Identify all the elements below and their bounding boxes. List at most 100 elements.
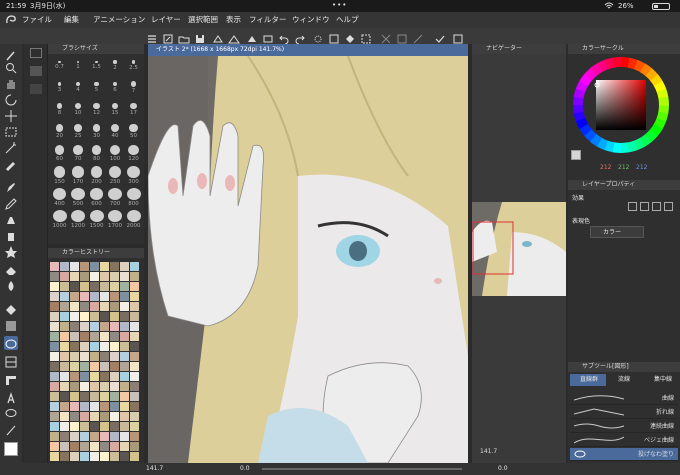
brush-size-cell[interactable]: 70 [69, 144, 88, 163]
color-history-swatch[interactable] [120, 442, 129, 451]
color-history-swatch[interactable] [100, 422, 109, 431]
color-history-swatch[interactable] [110, 352, 119, 361]
frame-tool-icon[interactable] [4, 354, 18, 368]
effect-border-icon[interactable] [628, 202, 637, 211]
subtool-item-continuous-curve[interactable]: 連続曲線 [570, 420, 678, 433]
brush-size-cell[interactable]: 80 [87, 144, 106, 163]
color-history-swatch[interactable] [110, 302, 119, 311]
brush-size-cell[interactable]: 150 [50, 166, 69, 185]
color-history-swatch[interactable] [100, 352, 109, 361]
color-history-swatch[interactable] [130, 382, 139, 391]
fill-tool-icon[interactable] [4, 302, 18, 316]
brush-size-cell[interactable]: 400 [50, 188, 69, 207]
color-history-swatch[interactable] [80, 332, 89, 341]
color-history-swatch[interactable] [120, 402, 129, 411]
color-history-swatch[interactable] [50, 362, 59, 371]
save-icon[interactable] [194, 30, 206, 43]
subtool-item-polyline[interactable]: 折れ線 [570, 406, 678, 419]
color-history-swatch[interactable] [70, 302, 79, 311]
color-history-swatch[interactable] [90, 432, 99, 441]
color-history-swatch[interactable] [110, 322, 119, 331]
color-history-swatch[interactable] [130, 302, 139, 311]
brush-size-cell[interactable]: 40 [106, 122, 125, 141]
color-history-swatch[interactable] [50, 292, 59, 301]
color-history-swatch[interactable] [110, 292, 119, 301]
subtool-item-lasso-fill[interactable]: 投げなわ塗り [570, 448, 678, 461]
color-history-swatch[interactable] [100, 402, 109, 411]
menu-help[interactable]: ヘルプ [336, 12, 359, 28]
color-history-swatch[interactable] [70, 332, 79, 341]
color-history-swatch[interactable] [110, 392, 119, 401]
subtool-tab-line-group[interactable]: 直線群 [570, 374, 606, 386]
pen-tool-icon[interactable] [4, 180, 18, 194]
color-history-swatch[interactable] [70, 282, 79, 291]
fill-bucket-icon[interactable] [344, 30, 356, 43]
menu-window[interactable]: ウィンドウ [292, 12, 330, 28]
brush-size-cell[interactable]: 800 [124, 188, 143, 207]
brush-size-cell[interactable]: 1.5 [87, 56, 106, 75]
color-history-swatch[interactable] [90, 372, 99, 381]
color-history-swatch[interactable] [120, 382, 129, 391]
color-history-swatch[interactable] [60, 302, 69, 311]
brush-size-cell[interactable]: 20 [50, 122, 69, 141]
menu-file[interactable]: ファイル [22, 12, 52, 28]
color-history-swatch[interactable] [110, 262, 119, 271]
color-history-swatch[interactable] [90, 272, 99, 281]
multitask-dots[interactable]: ••• [332, 0, 347, 11]
color-history-swatch[interactable] [130, 432, 139, 441]
copy-icon[interactable] [262, 30, 274, 43]
eraser-tool-icon[interactable] [4, 262, 18, 276]
color-history-swatch[interactable] [120, 302, 129, 311]
marquee-tool-icon[interactable] [4, 124, 18, 138]
color-history-swatch[interactable] [60, 372, 69, 381]
color-history-swatch[interactable] [60, 292, 69, 301]
color-history-swatch[interactable] [90, 332, 99, 341]
brush-size-cell[interactable]: 600 [87, 188, 106, 207]
color-history-swatch[interactable] [130, 362, 139, 371]
color-history-swatch[interactable] [110, 432, 119, 441]
color-history-swatch[interactable] [50, 312, 59, 321]
brush-size-cell[interactable]: 12 [87, 100, 106, 119]
color-history-swatch[interactable] [100, 372, 109, 381]
color-history-swatch[interactable] [70, 392, 79, 401]
ruler-tool-icon[interactable] [4, 372, 18, 386]
color-history-swatch[interactable] [60, 392, 69, 401]
brush-size-cell[interactable]: 15 [106, 100, 125, 119]
color-history-swatch[interactable] [60, 382, 69, 391]
color-history-swatch[interactable] [60, 282, 69, 291]
color-history-swatch[interactable] [50, 402, 59, 411]
zoom-tool-icon[interactable] [4, 60, 18, 74]
clear-layer-icon[interactable] [212, 30, 224, 43]
brush-size-cell[interactable]: 120 [124, 144, 143, 163]
subtool-tab-focus-line[interactable]: 集中線 [644, 374, 678, 386]
color-history-swatch[interactable] [80, 422, 89, 431]
brush-size-cell[interactable]: 7 [124, 78, 143, 97]
color-history-swatch[interactable] [50, 352, 59, 361]
ink-tool-icon[interactable] [4, 212, 18, 226]
color-history-swatch[interactable] [60, 452, 69, 461]
color-history-swatch[interactable] [100, 392, 109, 401]
color-history-swatch[interactable] [50, 432, 59, 441]
color-history-swatch[interactable] [90, 302, 99, 311]
color-history-swatch[interactable] [50, 332, 59, 341]
color-history-swatch[interactable] [70, 342, 79, 351]
color-history-swatch[interactable] [50, 262, 59, 271]
color-history-swatch[interactable] [120, 282, 129, 291]
brush-size-cell[interactable]: 0.7 [50, 56, 69, 75]
color-history-swatch[interactable] [100, 382, 109, 391]
main-color-swatch[interactable] [4, 442, 18, 456]
balloon-tool-icon[interactable] [4, 406, 18, 420]
color-history-swatch[interactable] [80, 412, 89, 421]
color-history-swatch[interactable] [80, 382, 89, 391]
color-history-swatch[interactable] [100, 292, 109, 301]
check-icon[interactable] [434, 30, 446, 43]
bottom-angle[interactable]: 0.0 [240, 463, 250, 475]
color-history-swatch[interactable] [70, 432, 79, 441]
color-history-swatch[interactable] [70, 442, 79, 451]
color-history-swatch[interactable] [60, 322, 69, 331]
paste-icon[interactable] [228, 30, 240, 44]
color-history-swatch[interactable] [120, 262, 129, 271]
effect-more-icon[interactable] [664, 202, 673, 211]
color-history-swatch[interactable] [80, 402, 89, 411]
canvas[interactable] [148, 56, 468, 463]
